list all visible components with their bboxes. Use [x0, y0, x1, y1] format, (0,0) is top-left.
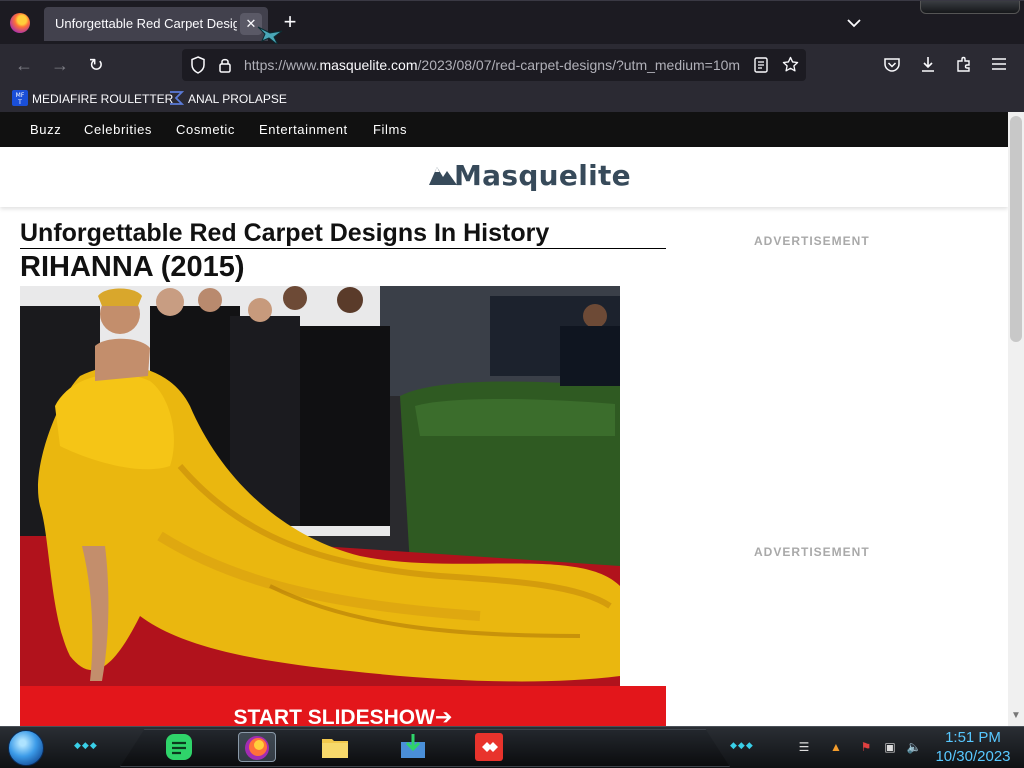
bookmark-label: ANAL PROLAPSE: [188, 92, 287, 106]
svg-text:T: T: [17, 99, 22, 106]
notes-app-icon[interactable]: [164, 732, 194, 762]
advertisement-label: ADVERTISEMENT: [754, 545, 870, 559]
bookmark-item[interactable]: MF T MEDIAFIRE ROULETTER: [12, 90, 173, 108]
site-nav-buzz[interactable]: Buzz: [30, 122, 61, 137]
site-nav-entertainment[interactable]: Entertainment: [259, 122, 348, 137]
decorative-lights: ◆◆◆: [74, 740, 98, 750]
scrollbar-thumb[interactable]: [1010, 116, 1022, 342]
start-slideshow-button[interactable]: START SLIDESHOW➔: [20, 686, 666, 726]
tab-strip: Unforgettable Red Carpet Designs In Hist…: [0, 0, 1024, 46]
downloads-app-icon[interactable]: [398, 732, 428, 762]
taskbar: ◆◆◆ ◆◆◆ ☰ ▲ ⚑ ▣ 🔈 1:51 PM 10/30/2023: [0, 726, 1024, 768]
network-icon[interactable]: ▣: [882, 739, 898, 755]
page-viewport: Buzz Celebrities Cosmetic Entertainment …: [0, 112, 1024, 726]
url-text[interactable]: https://www.masquelite.com/2023/08/07/re…: [244, 57, 744, 73]
firefox-taskbar-icon[interactable]: [238, 732, 276, 762]
scroll-down-arrow-icon[interactable]: ▼: [1011, 710, 1021, 721]
chevron-down-icon[interactable]: [844, 13, 864, 33]
bookmark-label: MEDIAFIRE ROULETTER: [32, 92, 174, 106]
forward-button[interactable]: →: [48, 53, 72, 77]
tab-title: Unforgettable Red Carpet Designs In Hist…: [55, 16, 237, 31]
window-decoration: [920, 1, 1020, 14]
mediafire-icon: MF T: [12, 90, 28, 106]
url-bar[interactable]: https://www.masquelite.com/2023/08/07/re…: [182, 49, 806, 81]
pocket-icon[interactable]: [883, 56, 901, 74]
bookmarks-toolbar: MF T MEDIAFIRE ROULETTER ANAL PROLAPSE: [0, 86, 1024, 112]
menu-icon[interactable]: [991, 57, 1007, 71]
url-path: /2023/08/07/red-carpet-designs/?utm_medi…: [417, 57, 741, 73]
decorative-lights: ◆◆◆: [730, 740, 754, 750]
lock-icon[interactable]: [218, 56, 232, 74]
download-icon[interactable]: [919, 55, 937, 73]
slide-title: RIHANNA (2015): [20, 251, 245, 283]
page-scrollbar[interactable]: ▼: [1008, 112, 1024, 726]
extensions-icon[interactable]: [955, 55, 973, 73]
star-icon[interactable]: [782, 56, 799, 73]
site-header: Masquelite: [0, 147, 1008, 207]
volume-icon[interactable]: 🔈: [906, 739, 922, 755]
tray-app-icon[interactable]: ▲: [828, 739, 844, 755]
clock-time: 1:51 PM: [945, 729, 1001, 746]
site-nav-cosmetic[interactable]: Cosmetic: [176, 122, 235, 137]
url-prefix: https://www.: [244, 57, 320, 73]
shield-icon[interactable]: [190, 56, 206, 74]
bookmark-item[interactable]: ANAL PROLAPSE: [168, 90, 287, 108]
advertisement-label: ADVERTISEMENT: [754, 234, 870, 248]
site-nav-celebrities[interactable]: Celebrities: [84, 122, 152, 137]
site-nav-films[interactable]: Films: [373, 122, 407, 137]
clock-date: 10/30/2023: [935, 748, 1011, 765]
back-button[interactable]: ←: [12, 53, 36, 77]
site-navigation: Buzz Celebrities Cosmetic Entertainment …: [0, 112, 1008, 147]
logo-text: Masquelite: [454, 159, 631, 192]
sigma-icon: [170, 91, 184, 105]
tab-active[interactable]: Unforgettable Red Carpet Designs In Hist…: [44, 7, 268, 41]
reader-view-icon[interactable]: [754, 57, 768, 73]
system-clock[interactable]: 1:51 PM 10/30/2023: [928, 728, 1018, 766]
start-button[interactable]: [8, 730, 44, 766]
url-domain: masquelite.com: [319, 57, 418, 73]
navigation-toolbar: ← → ↻ https://www.masquelite.com/2023/08…: [0, 44, 1024, 86]
article-title: Unforgettable Red Carpet Designs In Hist…: [20, 219, 666, 249]
tray-overflow-icon[interactable]: ☰: [796, 739, 812, 755]
file-explorer-icon[interactable]: [320, 732, 350, 762]
site-logo[interactable]: Masquelite: [428, 157, 631, 195]
anydesk-app-icon[interactable]: [474, 732, 504, 762]
svg-text:MF: MF: [16, 92, 25, 99]
reload-button[interactable]: ↻: [84, 53, 108, 77]
firefox-menu-icon[interactable]: [10, 13, 30, 33]
flag-alert-icon[interactable]: ⚑: [858, 739, 874, 755]
red-carpet-photo: [20, 286, 620, 686]
